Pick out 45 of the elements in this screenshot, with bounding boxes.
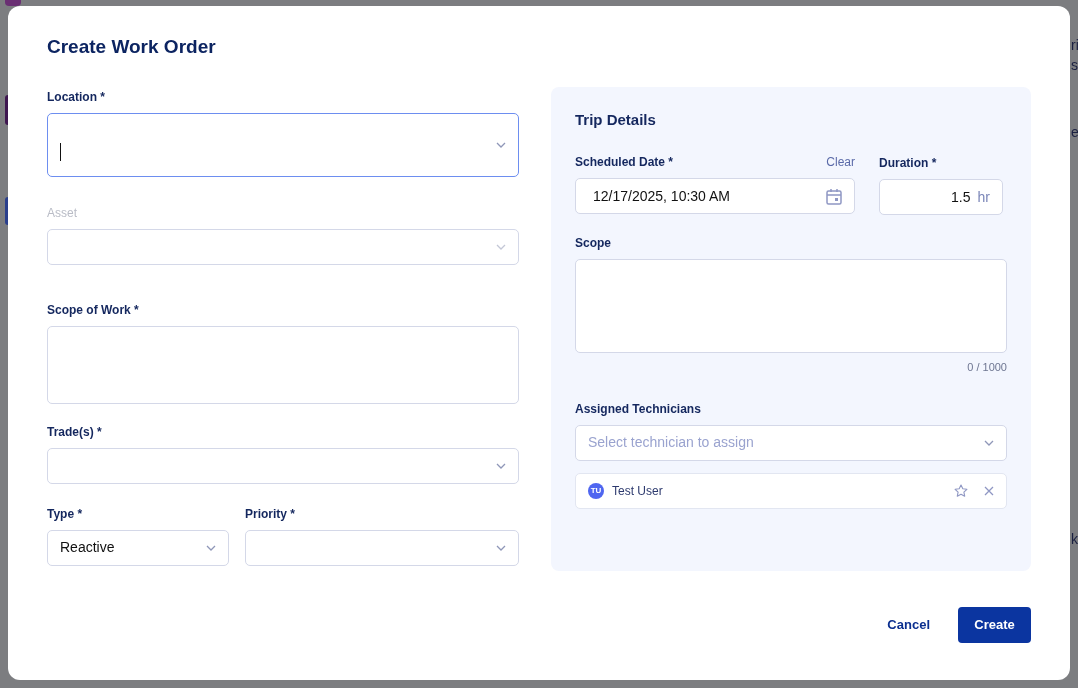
location-select[interactable] — [47, 112, 519, 177]
duration-value: 1.5 — [951, 187, 971, 207]
panel-title: Trip Details — [575, 109, 657, 130]
field-label: Asset — [47, 204, 77, 222]
chevron-down-icon — [496, 544, 506, 551]
text-fragment: k — [1071, 530, 1078, 549]
chevron-down-icon — [496, 141, 506, 148]
clear-link[interactable]: Clear — [826, 153, 855, 179]
trades-select[interactable] — [47, 447, 519, 484]
character-counter: 0 / 1000 — [967, 361, 1007, 374]
scope-textarea[interactable] — [575, 259, 1007, 354]
star-icon[interactable] — [954, 483, 968, 498]
date-field[interactable]: 12/17/2025, 10:30 AM — [575, 178, 855, 215]
chevron-down-icon — [206, 544, 216, 551]
field-label: Scope of Work * — [47, 301, 139, 319]
field-label: Scope — [575, 235, 611, 253]
dialog-title: Create Work Order — [47, 36, 217, 59]
field-label: Trade(s) * — [47, 423, 102, 441]
calendar-icon[interactable] — [826, 187, 842, 205]
field-label: Location * — [47, 88, 105, 106]
type-select[interactable]: Reactive — [47, 529, 229, 566]
field-label: Assigned Technicians — [575, 400, 701, 418]
cancel-button[interactable]: Cancel — [875, 607, 942, 643]
placeholder-text: Select technician to assign — [588, 433, 754, 453]
chevron-down-icon — [496, 462, 506, 469]
field-label: Type * — [47, 505, 83, 523]
chevron-down-icon — [496, 243, 506, 250]
text-cursor — [60, 142, 61, 161]
scope-of-work-textarea[interactable] — [47, 325, 519, 404]
avatar: TU — [588, 482, 604, 499]
chevron-down-icon — [984, 439, 994, 446]
technician-name: Test User — [612, 482, 663, 500]
field-label: Priority * — [245, 505, 295, 523]
date-value: 12/17/2025, 10:30 AM — [593, 186, 730, 206]
text-fragment: ri — [1071, 36, 1078, 55]
field-label: Duration * — [879, 155, 937, 173]
priority-select[interactable] — [245, 529, 519, 566]
text-fragment: s — [1071, 56, 1078, 75]
close-icon[interactable] — [984, 485, 994, 496]
create-button[interactable]: Create — [958, 606, 1031, 643]
duration-field[interactable]: 1.5 hr — [879, 179, 1003, 216]
text-fragment: e — [1071, 123, 1078, 142]
selected-value: Reactive — [60, 538, 115, 558]
field-label: Scheduled Date * — [575, 154, 674, 172]
unit-label: hr — [977, 187, 990, 207]
